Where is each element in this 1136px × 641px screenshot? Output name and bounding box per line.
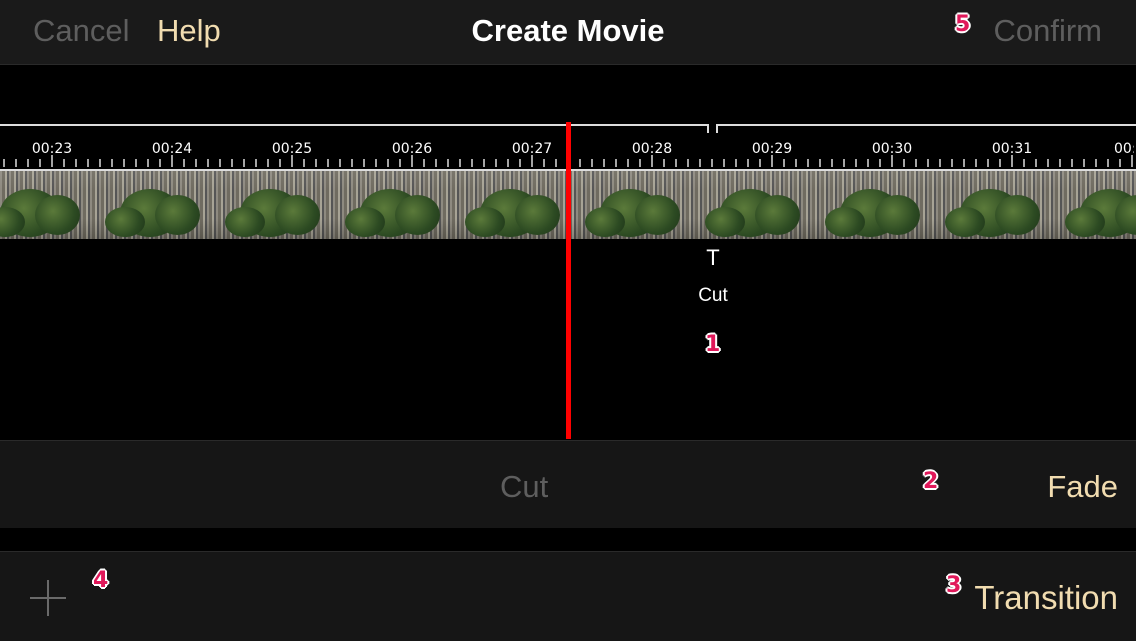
video-frame	[1060, 171, 1136, 239]
ruler-label: 00:24	[151, 141, 193, 157]
ruler-label: 00:29	[751, 141, 793, 157]
confirm-button[interactable]: Confirm	[993, 12, 1102, 50]
foliage	[155, 195, 200, 235]
video-frame	[580, 171, 700, 239]
foliage	[635, 195, 680, 235]
callout-4: 4	[93, 568, 109, 593]
bottom-toolbar: Transition	[0, 551, 1136, 641]
video-frame	[0, 171, 100, 239]
transition-icon[interactable]: T	[700, 245, 726, 271]
playhead[interactable]	[566, 122, 571, 439]
ruler-label: 00:28	[631, 141, 673, 157]
foliage	[515, 195, 560, 235]
video-frame	[700, 171, 820, 239]
foliage	[105, 207, 145, 237]
fade-option[interactable]: Fade	[1047, 469, 1118, 505]
foliage	[275, 195, 320, 235]
video-frame	[100, 171, 220, 239]
ruler-label: 00:26	[391, 141, 433, 157]
callout-3: 3	[946, 573, 962, 598]
foliage	[35, 195, 80, 235]
foliage	[225, 207, 265, 237]
transition-marker-label[interactable]: Cut	[680, 285, 746, 307]
transition-options: Cut Fade	[0, 440, 1136, 528]
cut-option[interactable]: Cut	[500, 469, 548, 505]
foliage	[1065, 207, 1105, 237]
ruler-label: 00:32	[1114, 141, 1134, 157]
callout-2: 2	[923, 469, 939, 494]
callout-5: 5	[955, 12, 971, 37]
ruler-label: 00:27	[511, 141, 553, 157]
plus-icon[interactable]	[30, 580, 66, 616]
transition-button[interactable]: Transition	[974, 579, 1118, 617]
foliage	[345, 207, 385, 237]
foliage	[945, 207, 985, 237]
foliage	[875, 195, 920, 235]
foliage	[755, 195, 800, 235]
foliage	[995, 195, 1040, 235]
ruler-label: 00:31	[991, 141, 1033, 157]
video-frame	[940, 171, 1060, 239]
video-frame	[820, 171, 940, 239]
foliage	[465, 207, 505, 237]
timeline[interactable]: 00:23 00:24 00:25 00:26 00:27 00:28 00:2…	[0, 65, 1136, 439]
video-frame	[460, 171, 580, 239]
ruler-label: 00:25	[271, 141, 313, 157]
ruler-label: 00:30	[871, 141, 913, 157]
foliage	[585, 207, 625, 237]
video-frame	[220, 171, 340, 239]
foliage	[395, 195, 440, 235]
foliage	[705, 207, 745, 237]
ruler-label: 00:23	[31, 141, 73, 157]
video-frame	[340, 171, 460, 239]
foliage	[825, 207, 865, 237]
callout-1: 1	[705, 332, 721, 357]
